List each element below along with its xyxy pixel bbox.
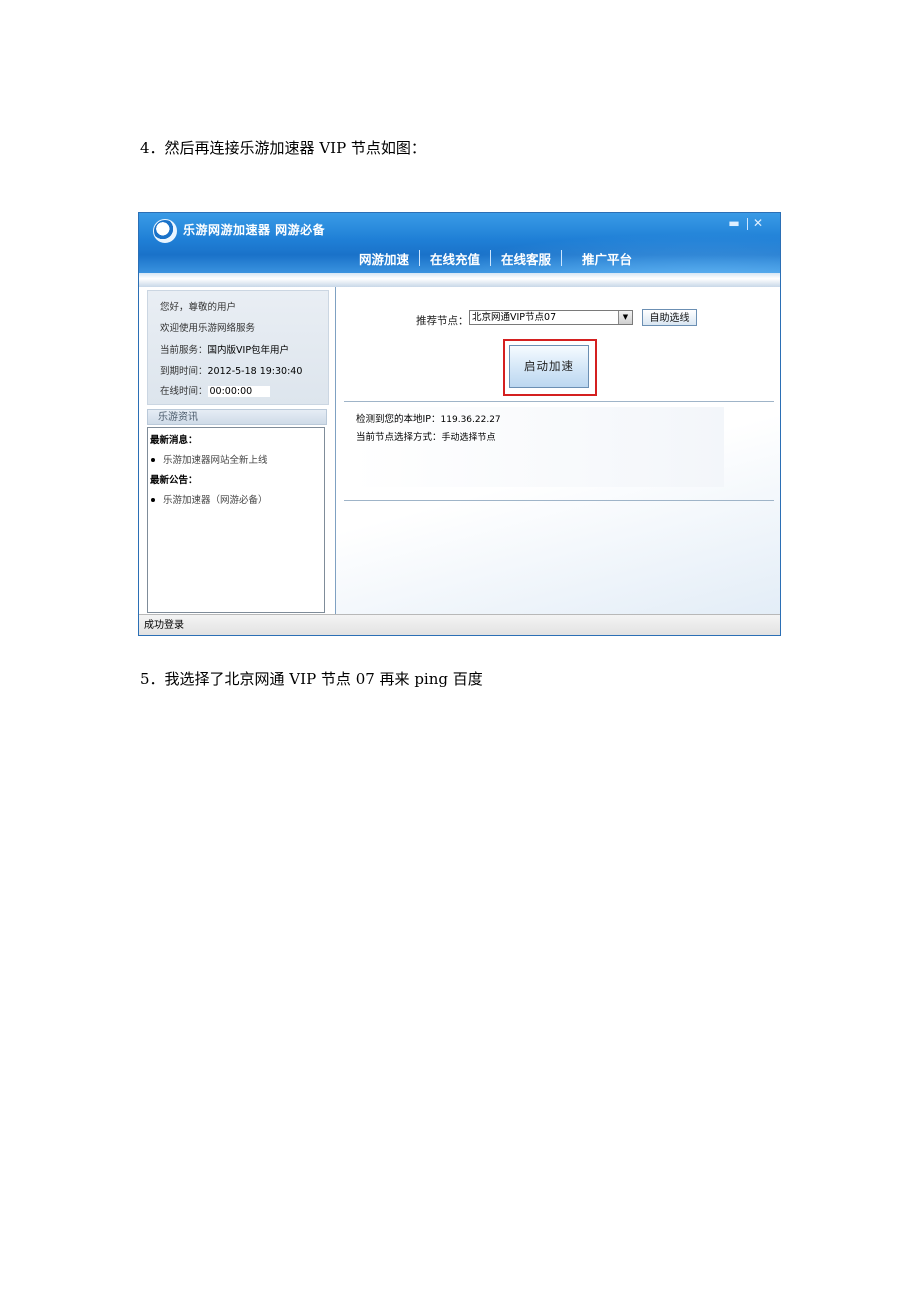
list-item[interactable]: 乐游加速器（网游必备）	[150, 492, 268, 506]
main-nav: 网游加速 在线充值 在线客服 推广平台	[349, 247, 642, 269]
local-ip-value: 119.36.22.27	[440, 415, 501, 425]
expire-value: 2012-5-18 19:30:40	[207, 366, 303, 377]
news-list[interactable]: 最新消息： 乐游加速器网站全新上线 最新公告： 乐游加速器（网游必备）	[147, 427, 325, 613]
nav-online-recharge[interactable]: 在线充值	[420, 249, 490, 268]
latest-message-label: 最新消息：	[150, 435, 198, 446]
node-select[interactable]: 北京网通VIP节点07 ▼	[469, 310, 633, 325]
latest-notice-label: 最新公告：	[150, 475, 198, 486]
minimize-button[interactable]: ▬	[726, 217, 742, 229]
nav-online-support[interactable]: 在线客服	[491, 249, 561, 268]
nav-game-accelerate[interactable]: 网游加速	[349, 249, 419, 268]
status-bar: 成功登录	[139, 614, 780, 635]
app-logo-icon	[153, 219, 177, 243]
online-time-row: 在线时间： 00:00:00	[160, 383, 271, 397]
close-button[interactable]: ✕	[750, 217, 766, 229]
greeting-text: 您好，尊敬的用户	[160, 302, 237, 313]
start-accelerate-button[interactable]: 启动加速	[509, 345, 589, 388]
online-time-value: 00:00:00	[207, 386, 271, 397]
local-ip-row: 检测到您的本地IP：119.36.22.27	[356, 414, 501, 425]
list-item[interactable]: 乐游加速器网站全新上线	[150, 452, 268, 466]
selection-mode-row: 当前节点选择方式：手动选择节点	[356, 432, 496, 443]
connection-info: 检测到您的本地IP：119.36.22.27 当前节点选择方式：手动选择节点	[352, 407, 724, 487]
title-bar: 乐游网游加速器 网游必备 ▬ ✕ 网游加速 在线充值 在线客服 推广平台	[139, 213, 780, 273]
accelerate-panel: 推荐节点： 北京网通VIP节点07 ▼ 自助选线 启动加速 检测到您的本地IP：…	[336, 287, 780, 614]
user-info-box: 您好，尊敬的用户 欢迎使用乐游网络服务 当前服务：国内版VIP包年用户 到期时间…	[147, 290, 329, 405]
node-label: 推荐节点：	[416, 315, 469, 327]
app-title: 乐游网游加速器 网游必备	[183, 223, 326, 237]
nav-promotion-platform[interactable]: 推广平台	[562, 249, 642, 268]
selection-mode-value: 手动选择节点	[441, 433, 496, 443]
doc-step-5: 5．我选择了北京网通 VIP 节点 07 再来 ping 百度	[140, 670, 483, 688]
left-panel: 您好，尊敬的用户 欢迎使用乐游网络服务 当前服务：国内版VIP包年用户 到期时间…	[147, 290, 329, 613]
auto-select-button[interactable]: 自助选线	[642, 309, 697, 326]
welcome-text: 欢迎使用乐游网络服务	[160, 323, 256, 334]
expire-row: 到期时间：2012-5-18 19:30:40	[160, 366, 303, 377]
doc-step-4: 4．然后再连接乐游加速器 VIP 节点如图：	[140, 139, 426, 157]
chevron-down-icon[interactable]: ▼	[618, 311, 632, 324]
service-row: 当前服务：国内版VIP包年用户	[160, 345, 290, 356]
service-value: 国内版VIP包年用户	[207, 345, 290, 356]
news-header: 乐游资讯	[147, 409, 327, 425]
app-window: 乐游网游加速器 网游必备 ▬ ✕ 网游加速 在线充值 在线客服 推广平台 您好，…	[138, 212, 781, 636]
